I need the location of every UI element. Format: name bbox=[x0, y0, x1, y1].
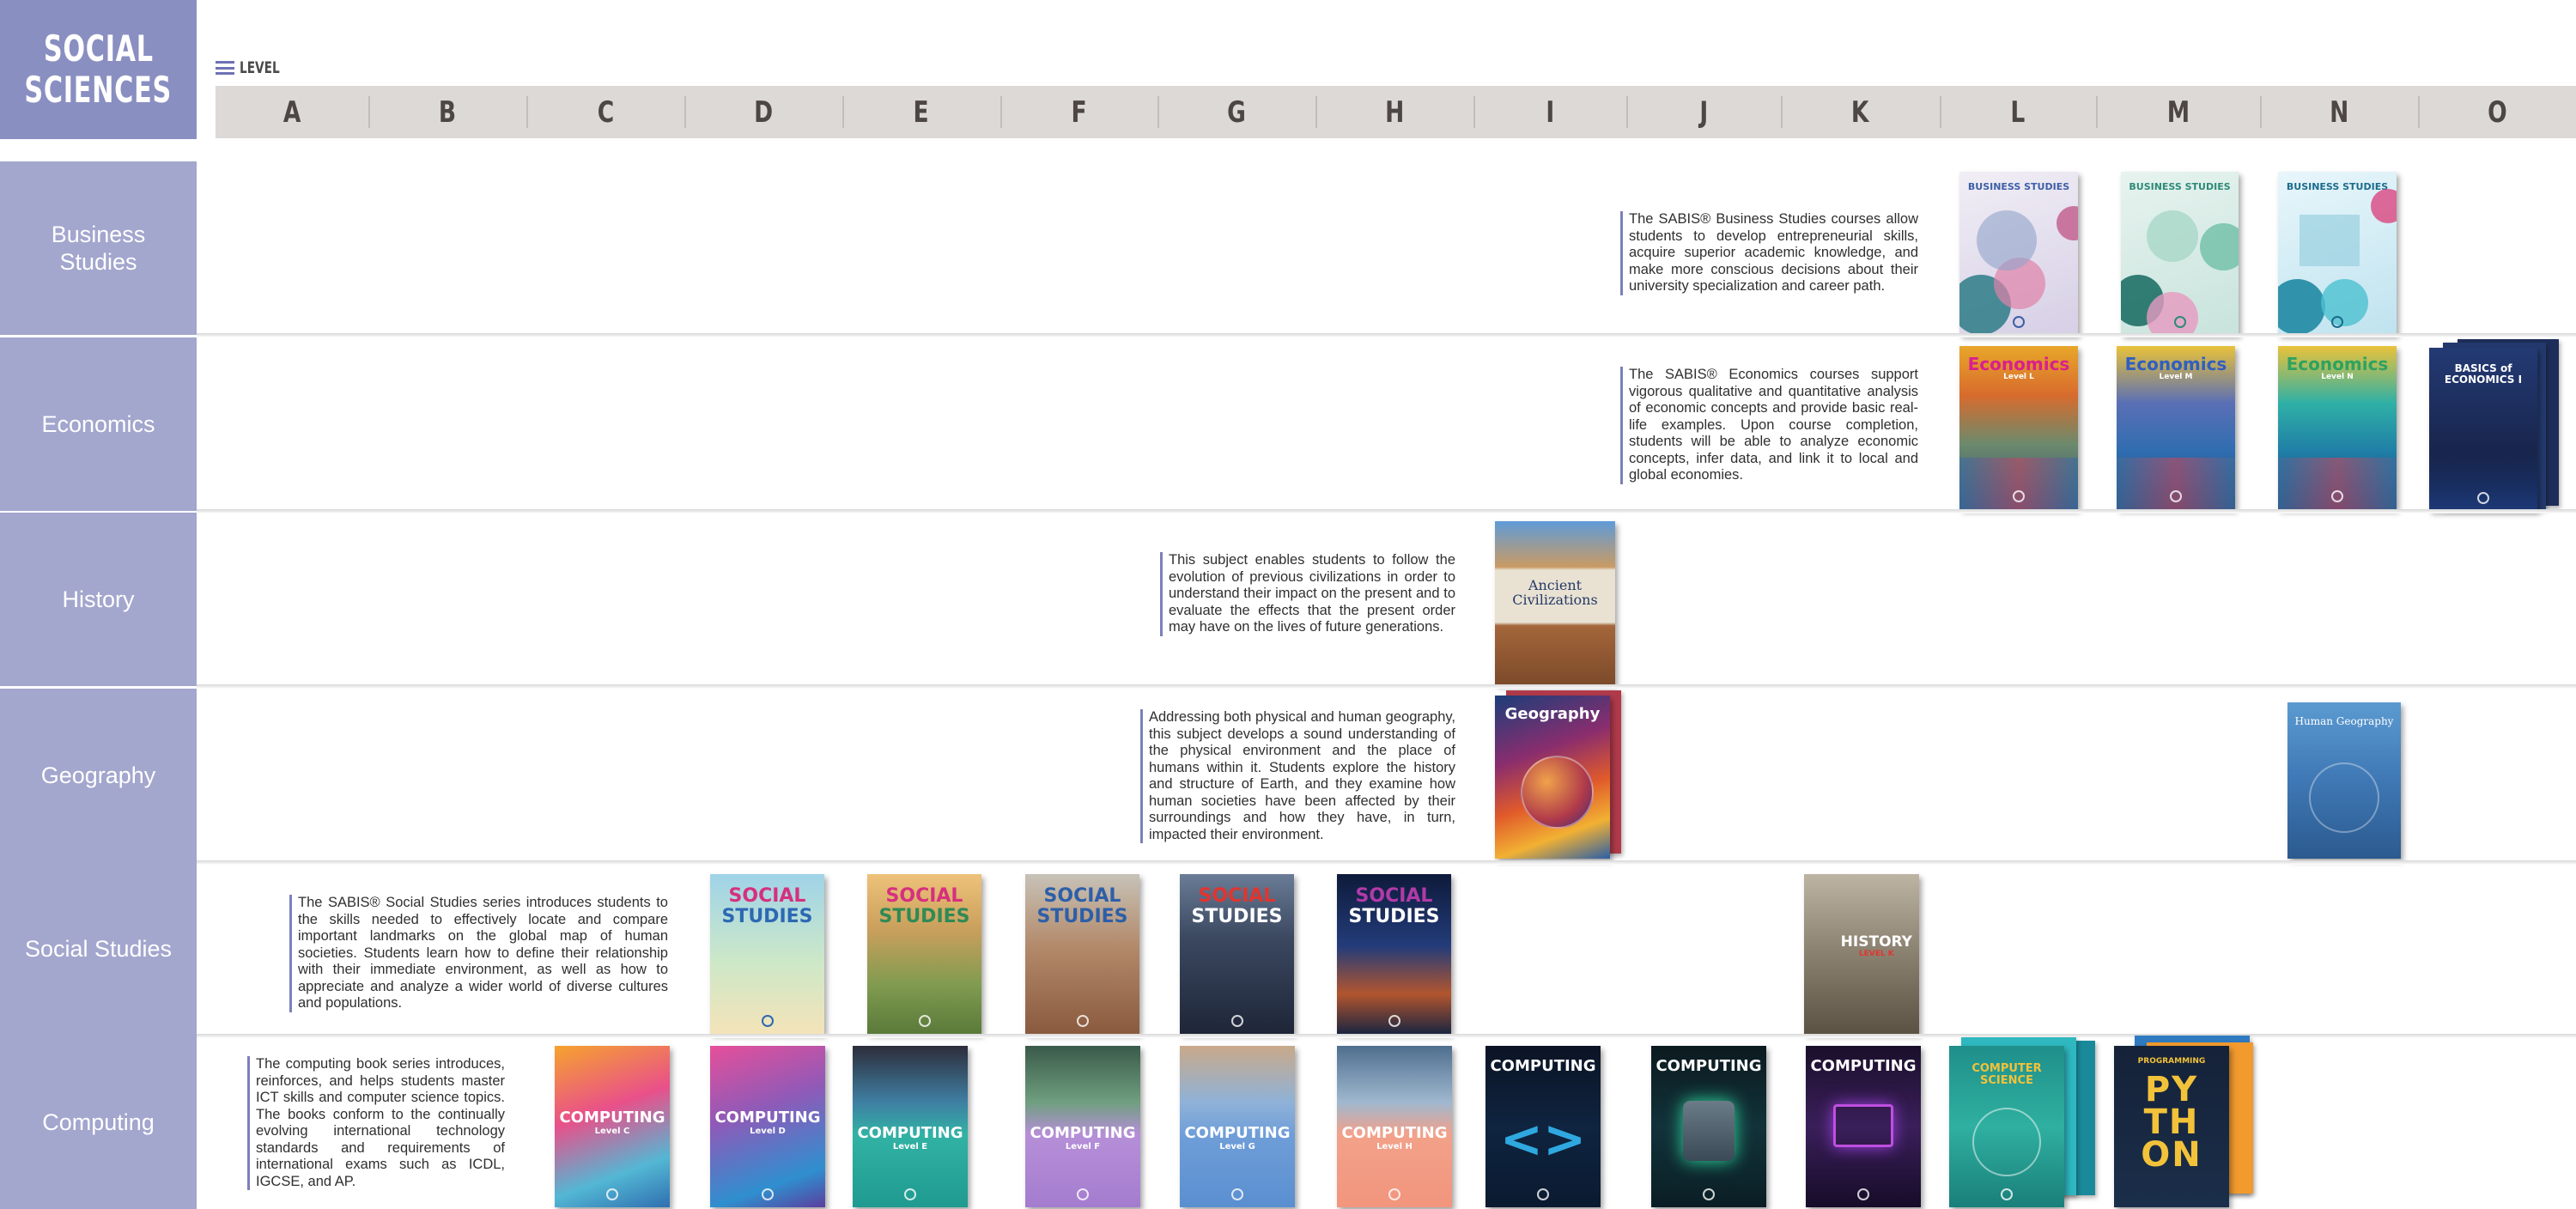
book-programming-python[interactable]: PROGRAMMING PYTHON bbox=[2114, 1046, 2229, 1207]
level-label-text: LEVEL bbox=[240, 58, 280, 77]
book-social-studies-g[interactable]: SOCIAL STUDIES bbox=[1180, 874, 1294, 1034]
level-col-j: J bbox=[1699, 94, 1708, 130]
section-title-line2: SCIENCES bbox=[24, 69, 173, 111]
row-computing: Computing The computing book series intr… bbox=[0, 1036, 2576, 1209]
level-col-e: E bbox=[913, 94, 930, 130]
book-social-studies-f[interactable]: SOCIAL STUDIES bbox=[1025, 874, 1139, 1034]
level-col-o: O bbox=[2487, 94, 2507, 130]
row-history: History This subject enables students to… bbox=[0, 513, 2576, 686]
book-business-studies-m[interactable]: BUSINESS STUDIES bbox=[2121, 172, 2239, 335]
book-economics-l[interactable]: Economics Level L bbox=[1959, 346, 2078, 509]
level-col-g: G bbox=[1227, 94, 1246, 130]
book-economics-m[interactable]: Economics Level M bbox=[2117, 346, 2235, 509]
book-ancient-civilizations[interactable]: Ancient Civilizations bbox=[1495, 521, 1615, 684]
book-computing-d[interactable]: COMPUTING Level D bbox=[710, 1046, 825, 1207]
row-label-geography: Geography bbox=[0, 689, 197, 862]
row-social-studies: Social Studies The SABIS® Social Studies… bbox=[0, 862, 2576, 1036]
book-geography[interactable]: Geography bbox=[1495, 696, 1610, 859]
history-description: This subject enables students to follow … bbox=[1160, 552, 1455, 636]
book-computing-j[interactable]: COMPUTING bbox=[1651, 1046, 1766, 1207]
row-label-economics: Economics bbox=[0, 337, 197, 511]
book-history-level-k[interactable]: HISTORY LEVEL K bbox=[1804, 874, 1919, 1034]
geography-description: Addressing both physical and human geogr… bbox=[1140, 709, 1455, 843]
row-geography: Geography Addressing both physical and h… bbox=[0, 689, 2576, 862]
book-computing-c[interactable]: COMPUTING Level C bbox=[555, 1046, 670, 1207]
level-col-i: I bbox=[1546, 94, 1554, 130]
book-social-studies-d[interactable]: SOCIAL STUDIES bbox=[710, 874, 824, 1034]
level-col-c: C bbox=[597, 94, 614, 130]
row-economics: Economics The SABIS® Economics courses s… bbox=[0, 337, 2576, 511]
book-economics-n[interactable]: Economics Level N bbox=[2278, 346, 2397, 509]
row-label-computing: Computing bbox=[0, 1036, 197, 1209]
book-computer-science[interactable]: COMPUTER SCIENCE bbox=[1949, 1046, 2064, 1207]
business-description: The SABIS® Business Studies courses allo… bbox=[1620, 211, 1918, 295]
level-col-b: B bbox=[438, 94, 457, 130]
row-business-studies: Business Studies The SABIS® Business Stu… bbox=[0, 161, 2576, 335]
book-computing-k[interactable]: COMPUTING bbox=[1806, 1046, 1921, 1207]
row-label-social-studies: Social Studies bbox=[0, 862, 197, 1036]
book-computing-h[interactable]: COMPUTING Level H bbox=[1337, 1046, 1452, 1207]
row-label-history: History bbox=[0, 513, 197, 686]
book-basics-of-economics[interactable]: BASICS of ECONOMICS I bbox=[2429, 348, 2537, 511]
level-col-l: L bbox=[2010, 94, 2026, 130]
section-title-box: SOCIAL SCIENCES bbox=[0, 0, 197, 139]
book-business-studies-l[interactable]: BUSINESS STUDIES bbox=[1959, 172, 2078, 335]
book-human-geography[interactable]: Human Geography bbox=[2287, 702, 2401, 859]
level-bar: A B C D E F G H I J K L M N O bbox=[216, 86, 2576, 138]
menu-lines-icon bbox=[216, 61, 234, 75]
book-computing-e[interactable]: COMPUTING Level E bbox=[853, 1046, 968, 1207]
book-computing-i[interactable]: COMPUTING <> bbox=[1485, 1046, 1601, 1207]
level-label: LEVEL bbox=[216, 57, 295, 79]
book-computing-f[interactable]: COMPUTING Level F bbox=[1025, 1046, 1140, 1207]
book-social-studies-h[interactable]: SOCIAL STUDIES bbox=[1337, 874, 1451, 1034]
row-label-business-studies: Business Studies bbox=[0, 161, 197, 335]
level-col-d: D bbox=[753, 94, 774, 130]
book-computing-g[interactable]: COMPUTING Level G bbox=[1180, 1046, 1295, 1207]
level-col-a: A bbox=[283, 94, 301, 130]
level-col-k: K bbox=[1851, 94, 1869, 130]
social-studies-description: The SABIS® Social Studies series introdu… bbox=[289, 895, 668, 1012]
computing-description: The computing book series introduces, re… bbox=[247, 1056, 505, 1190]
book-social-studies-e[interactable]: SOCIAL STUDIES bbox=[867, 874, 981, 1034]
level-col-m: M bbox=[2166, 94, 2190, 130]
economics-description: The SABIS® Economics courses support vig… bbox=[1620, 367, 1918, 484]
section-title-line1: SOCIAL bbox=[43, 27, 154, 70]
level-col-f: F bbox=[1071, 94, 1087, 130]
level-col-h: H bbox=[1384, 94, 1405, 130]
book-business-studies-n[interactable]: BUSINESS STUDIES bbox=[2278, 172, 2397, 335]
level-col-n: N bbox=[2329, 94, 2349, 130]
